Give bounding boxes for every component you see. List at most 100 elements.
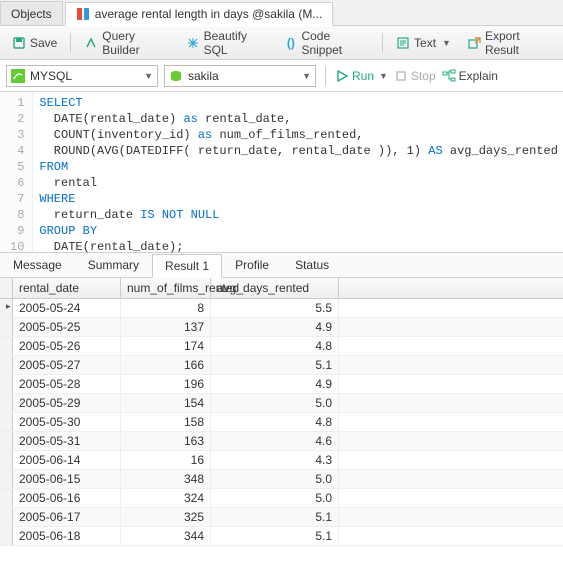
beautify-label: Beautify SQL [204,29,269,57]
explain-button[interactable]: Explain [442,69,498,83]
cell-rental-date[interactable]: 2005-06-18 [13,527,121,545]
export-button[interactable]: Export Result [461,26,557,60]
cell-avg-days[interactable]: 5.1 [211,356,339,374]
row-selector[interactable] [0,432,13,450]
table-row[interactable]: 2005-05-281964.9 [0,375,563,394]
cell-avg-days[interactable]: 5.1 [211,508,339,526]
cell-num-films[interactable]: 324 [121,489,211,507]
cell-num-films[interactable]: 154 [121,394,211,412]
tab-message[interactable]: Message [0,253,75,277]
col-header-rental-date[interactable]: rental_date [13,278,121,298]
table-row[interactable]: 2005-06-163245.0 [0,489,563,508]
beautify-button[interactable]: Beautify SQL [180,26,275,60]
table-row[interactable]: 2005-05-271665.1 [0,356,563,375]
cell-avg-days[interactable]: 4.8 [211,337,339,355]
table-row[interactable]: 2005-05-301584.8 [0,413,563,432]
sql-editor[interactable]: 12345678910 SELECT DATE(rental_date) as … [0,92,563,252]
cell-rental-date[interactable]: 2005-05-31 [13,432,121,450]
cell-num-films[interactable]: 8 [121,299,211,317]
line-gutter: 12345678910 [0,92,33,252]
row-selector[interactable] [0,375,13,393]
cell-num-films[interactable]: 174 [121,337,211,355]
text-label: Text [414,36,436,50]
row-selector[interactable] [0,337,13,355]
code-kw: AS [428,144,442,158]
cell-avg-days[interactable]: 4.3 [211,451,339,469]
cell-num-films[interactable]: 348 [121,470,211,488]
row-selector[interactable] [0,489,13,507]
cell-rental-date[interactable]: 2005-06-15 [13,470,121,488]
cell-avg-days[interactable]: 5.0 [211,394,339,412]
snippet-button[interactable]: () Code Snippet [278,26,375,60]
table-row[interactable]: 2005-05-261744.8 [0,337,563,356]
cell-avg-days[interactable]: 5.5 [211,299,339,317]
tab-result1[interactable]: Result 1 [152,254,222,278]
row-selector[interactable]: ▸ [0,299,13,317]
cell-num-films[interactable]: 344 [121,527,211,545]
row-selector[interactable] [0,356,13,374]
cell-rental-date[interactable]: 2005-05-27 [13,356,121,374]
code-area[interactable]: SELECT DATE(rental_date) as rental_date,… [33,92,563,252]
cell-rental-date[interactable]: 2005-05-25 [13,318,121,336]
cell-avg-days[interactable]: 5.0 [211,470,339,488]
code-kw: IS NOT NULL [140,208,219,222]
tab-profile[interactable]: Profile [222,253,282,277]
cell-num-films[interactable]: 16 [121,451,211,469]
cell-num-films[interactable]: 137 [121,318,211,336]
tab-query[interactable]: average rental length in days @sakila (M… [65,2,334,26]
row-selector[interactable] [0,508,13,526]
col-header-avg-days[interactable]: avg_days_rented [211,278,339,298]
cell-num-films[interactable]: 325 [121,508,211,526]
code-line: WHERE [39,192,75,206]
cell-rental-date[interactable]: 2005-05-30 [13,413,121,431]
row-selector[interactable] [0,394,13,412]
chevron-down-icon: ▼ [379,71,388,81]
save-button[interactable]: Save [6,33,63,53]
row-selector[interactable] [0,318,13,336]
cell-rental-date[interactable]: 2005-05-24 [13,299,121,317]
cell-avg-days[interactable]: 5.0 [211,489,339,507]
database-combo[interactable]: sakila ▼ [164,65,316,87]
cell-rental-date[interactable]: 2005-05-29 [13,394,121,412]
cell-avg-days[interactable]: 4.8 [211,413,339,431]
cell-num-films[interactable]: 196 [121,375,211,393]
row-selector[interactable] [0,451,13,469]
table-row[interactable]: 2005-06-173255.1 [0,508,563,527]
tab-status[interactable]: Status [282,253,342,277]
table-row[interactable]: ▸2005-05-2485.5 [0,299,563,318]
cell-rental-date[interactable]: 2005-06-14 [13,451,121,469]
text-button[interactable]: Text ▼ [390,33,457,53]
table-row[interactable]: 2005-06-183445.1 [0,527,563,546]
query-builder-icon [84,36,98,50]
row-selector-head[interactable] [0,278,13,298]
table-row[interactable]: 2005-05-251374.9 [0,318,563,337]
result-tabs: Message Summary Result 1 Profile Status [0,252,563,278]
col-header-num-films[interactable]: num_of_films_rented [121,278,211,298]
engine-combo[interactable]: MYSQL ▼ [6,65,158,87]
cell-rental-date[interactable]: 2005-05-28 [13,375,121,393]
stop-button[interactable]: Stop [394,69,436,83]
row-selector[interactable] [0,413,13,431]
cell-avg-days[interactable]: 4.6 [211,432,339,450]
tab-summary[interactable]: Summary [75,253,152,277]
table-row[interactable]: 2005-06-153485.0 [0,470,563,489]
toolbar: Save Query Builder Beautify SQL () Code … [0,26,563,60]
database-icon [169,69,183,83]
cell-rental-date[interactable]: 2005-06-17 [13,508,121,526]
query-builder-button[interactable]: Query Builder [78,26,175,60]
cell-num-films[interactable]: 163 [121,432,211,450]
table-row[interactable]: 2005-05-291545.0 [0,394,563,413]
cell-rental-date[interactable]: 2005-05-26 [13,337,121,355]
tab-objects[interactable]: Objects [0,1,63,25]
table-row[interactable]: 2005-05-311634.6 [0,432,563,451]
cell-num-films[interactable]: 166 [121,356,211,374]
cell-avg-days[interactable]: 5.1 [211,527,339,545]
cell-avg-days[interactable]: 4.9 [211,375,339,393]
table-row[interactable]: 2005-06-14164.3 [0,451,563,470]
cell-num-films[interactable]: 158 [121,413,211,431]
cell-avg-days[interactable]: 4.9 [211,318,339,336]
cell-rental-date[interactable]: 2005-06-16 [13,489,121,507]
run-button[interactable]: Run ▼ [335,69,388,83]
row-selector[interactable] [0,470,13,488]
row-selector[interactable] [0,527,13,545]
